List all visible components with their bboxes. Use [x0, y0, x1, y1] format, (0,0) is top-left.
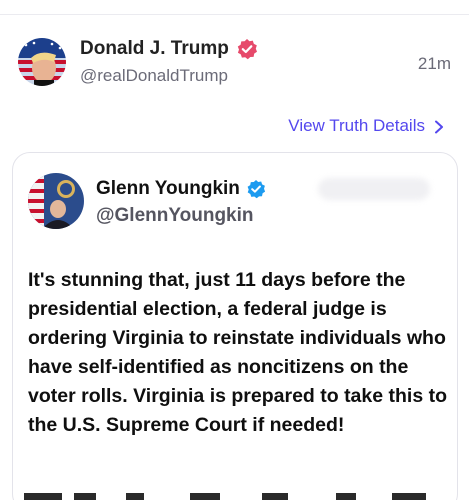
post-author-handle[interactable]: @realDonaldTrump	[80, 66, 228, 86]
post-timestamp: 21m	[417, 54, 451, 73]
quoted-author-avatar[interactable]	[28, 173, 84, 229]
chevron-right-icon	[433, 119, 445, 134]
verified-badge-icon	[246, 179, 266, 199]
verified-badge-icon	[236, 38, 258, 60]
top-divider	[0, 14, 469, 15]
cut-off-text-fragment	[262, 493, 288, 500]
cut-off-text-fragment	[126, 493, 144, 500]
quoted-author-handle[interactable]: @GlennYoungkin	[96, 205, 254, 227]
quoted-author-name[interactable]: Glenn Youngkin	[96, 178, 266, 200]
cut-off-text-fragment	[392, 493, 426, 500]
view-truth-details-label: View Truth Details	[288, 116, 425, 135]
post-avatar[interactable]	[18, 38, 66, 86]
blurred-element	[318, 178, 430, 200]
cut-off-text-fragment	[336, 493, 356, 500]
post-author-name-text: Donald J. Trump	[80, 38, 229, 59]
post-view: Donald J. Trump @realDonaldTrump 21m Vie…	[0, 0, 469, 500]
cut-off-text-fragment	[24, 493, 62, 500]
cut-off-text-fragment	[74, 493, 96, 500]
view-truth-details-link[interactable]: View Truth Details	[288, 116, 445, 136]
quoted-post-text: It's stunning that, just 11 days before …	[28, 269, 448, 436]
quoted-author-name-text: Glenn Youngkin	[96, 178, 240, 199]
post-author-name[interactable]: Donald J. Trump	[80, 38, 258, 60]
cut-off-text-fragment	[190, 493, 220, 500]
